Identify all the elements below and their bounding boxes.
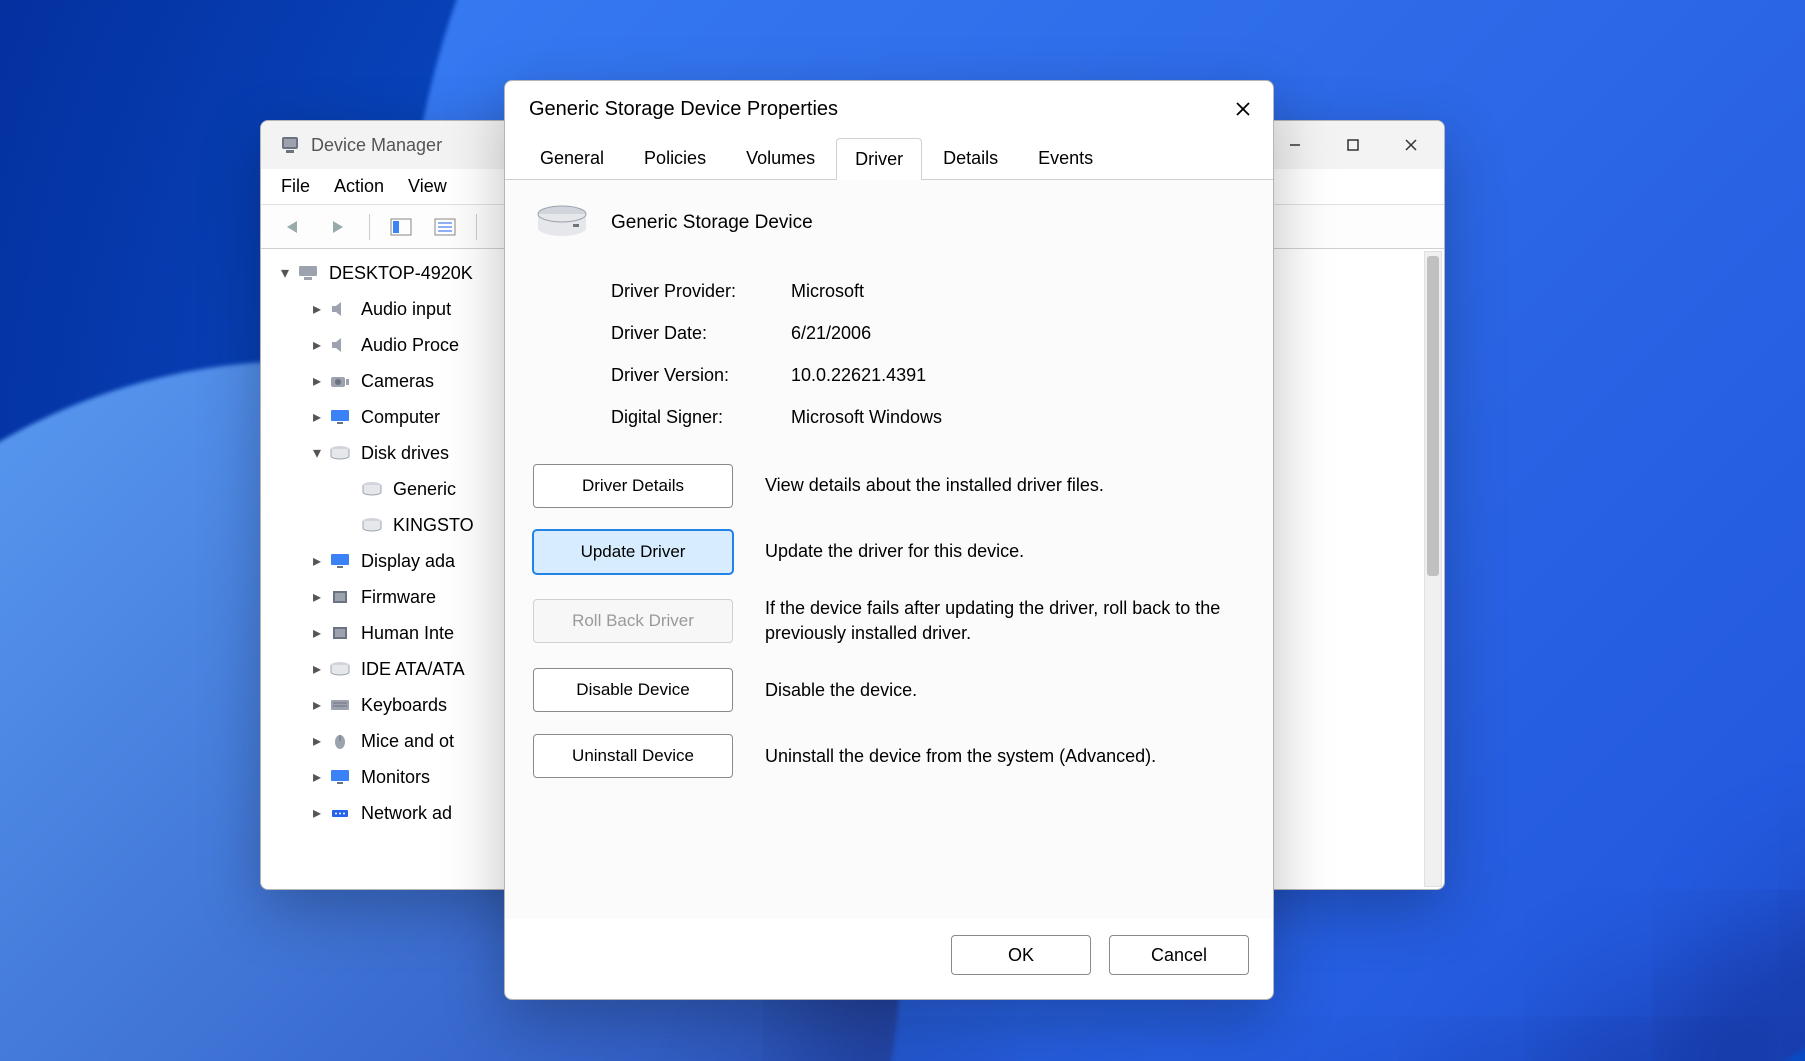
disk-drive-icon [533, 202, 591, 244]
digital-signer-value: Microsoft Windows [791, 407, 942, 428]
roll-back-driver-button: Roll Back Driver [533, 599, 733, 643]
computer-icon [295, 263, 321, 283]
menu-action[interactable]: Action [334, 176, 384, 197]
category-icon [327, 731, 353, 751]
disable-device-button[interactable]: Disable Device [533, 668, 733, 712]
tree-category-label: Audio Proce [361, 335, 459, 356]
tab-volumes[interactable]: Volumes [727, 137, 834, 179]
chevron-down-icon[interactable] [275, 263, 295, 283]
show-hide-tree-button[interactable] [384, 210, 418, 244]
tree-category-label: Human Inte [361, 623, 454, 644]
chevron-right-icon[interactable] [307, 731, 327, 751]
tree-category-label: IDE ATA/ATA [361, 659, 465, 680]
tab-driver[interactable]: Driver [836, 138, 922, 180]
tab-general[interactable]: General [521, 137, 623, 179]
driver-version-value: 10.0.22621.4391 [791, 365, 926, 386]
disk-drive-icon [359, 479, 385, 499]
scrollbar[interactable] [1424, 251, 1442, 887]
chevron-right-icon[interactable] [307, 659, 327, 679]
properties-title: Generic Storage Device Properties [529, 98, 1221, 121]
category-icon [327, 407, 353, 427]
update-driver-button[interactable]: Update Driver [533, 530, 733, 574]
chevron-right-icon[interactable] [307, 407, 327, 427]
tree-category-label: Cameras [361, 371, 434, 392]
properties-button[interactable] [428, 210, 462, 244]
driver-details-button[interactable]: Driver Details [533, 464, 733, 508]
category-icon [327, 659, 353, 679]
tabs: General Policies Volumes Driver Details … [505, 137, 1273, 180]
close-button[interactable] [1221, 91, 1265, 127]
chevron-right-icon[interactable] [307, 695, 327, 715]
category-icon [327, 335, 353, 355]
tab-events[interactable]: Events [1019, 137, 1112, 179]
tab-policies[interactable]: Policies [625, 137, 725, 179]
tree-device-label: KINGSTO [393, 515, 474, 536]
category-icon [327, 371, 353, 391]
chevron-right-icon[interactable] [307, 803, 327, 823]
tree-category-label: Computer [361, 407, 440, 428]
category-icon [327, 443, 353, 463]
category-icon [327, 803, 353, 823]
tree-category-label: Mice and ot [361, 731, 454, 752]
chevron-right-icon[interactable] [307, 551, 327, 571]
tree-device-label: Generic [393, 479, 456, 500]
maximize-button[interactable] [1324, 125, 1382, 165]
cancel-button[interactable]: Cancel [1109, 935, 1249, 975]
toolbar-separator [476, 214, 477, 240]
device-name: Generic Storage Device [611, 212, 813, 234]
ok-button[interactable]: OK [951, 935, 1091, 975]
chevron-right-icon[interactable] [307, 623, 327, 643]
uninstall-device-button[interactable]: Uninstall Device [533, 734, 733, 778]
driver-date-value: 6/21/2006 [791, 323, 871, 344]
category-icon [327, 551, 353, 571]
properties-dialog: Generic Storage Device Properties Genera… [504, 80, 1274, 1000]
close-button[interactable] [1382, 125, 1440, 165]
driver-details-desc: View details about the installed driver … [765, 473, 1245, 498]
back-button[interactable] [277, 210, 311, 244]
menu-view[interactable]: View [408, 176, 447, 197]
driver-provider-value: Microsoft [791, 281, 864, 302]
driver-provider-label: Driver Provider: [611, 281, 791, 302]
toolbar-separator [369, 214, 370, 240]
category-icon [327, 587, 353, 607]
category-icon [327, 623, 353, 643]
properties-titlebar[interactable]: Generic Storage Device Properties [505, 81, 1273, 137]
scrollbar-thumb[interactable] [1427, 256, 1439, 576]
disk-drive-icon [359, 515, 385, 535]
update-driver-desc: Update the driver for this device. [765, 539, 1245, 564]
tree-root-label: DESKTOP-4920K [329, 263, 473, 284]
category-icon [327, 695, 353, 715]
uninstall-device-desc: Uninstall the device from the system (Ad… [765, 744, 1245, 769]
chevron-down-icon[interactable] [307, 443, 327, 463]
chevron-right-icon[interactable] [307, 371, 327, 391]
menu-file[interactable]: File [281, 176, 310, 197]
tab-details[interactable]: Details [924, 137, 1017, 179]
tree-category-label: Keyboards [361, 695, 447, 716]
tree-category-label: Network ad [361, 803, 452, 824]
tree-category-label: Firmware [361, 587, 436, 608]
minimize-button[interactable] [1266, 125, 1324, 165]
tree-category-label: Monitors [361, 767, 430, 788]
chevron-right-icon[interactable] [307, 587, 327, 607]
disable-device-desc: Disable the device. [765, 678, 1245, 703]
tree-category-label: Display ada [361, 551, 455, 572]
forward-button[interactable] [321, 210, 355, 244]
driver-date-label: Driver Date: [611, 323, 791, 344]
chevron-right-icon[interactable] [307, 335, 327, 355]
category-icon [327, 299, 353, 319]
tree-category-label: Disk drives [361, 443, 449, 464]
device-manager-icon [279, 134, 301, 156]
category-icon [327, 767, 353, 787]
chevron-right-icon[interactable] [307, 299, 327, 319]
digital-signer-label: Digital Signer: [611, 407, 791, 428]
chevron-right-icon[interactable] [307, 767, 327, 787]
driver-version-label: Driver Version: [611, 365, 791, 386]
tree-category-label: Audio input [361, 299, 451, 320]
roll-back-driver-desc: If the device fails after updating the d… [765, 596, 1245, 646]
